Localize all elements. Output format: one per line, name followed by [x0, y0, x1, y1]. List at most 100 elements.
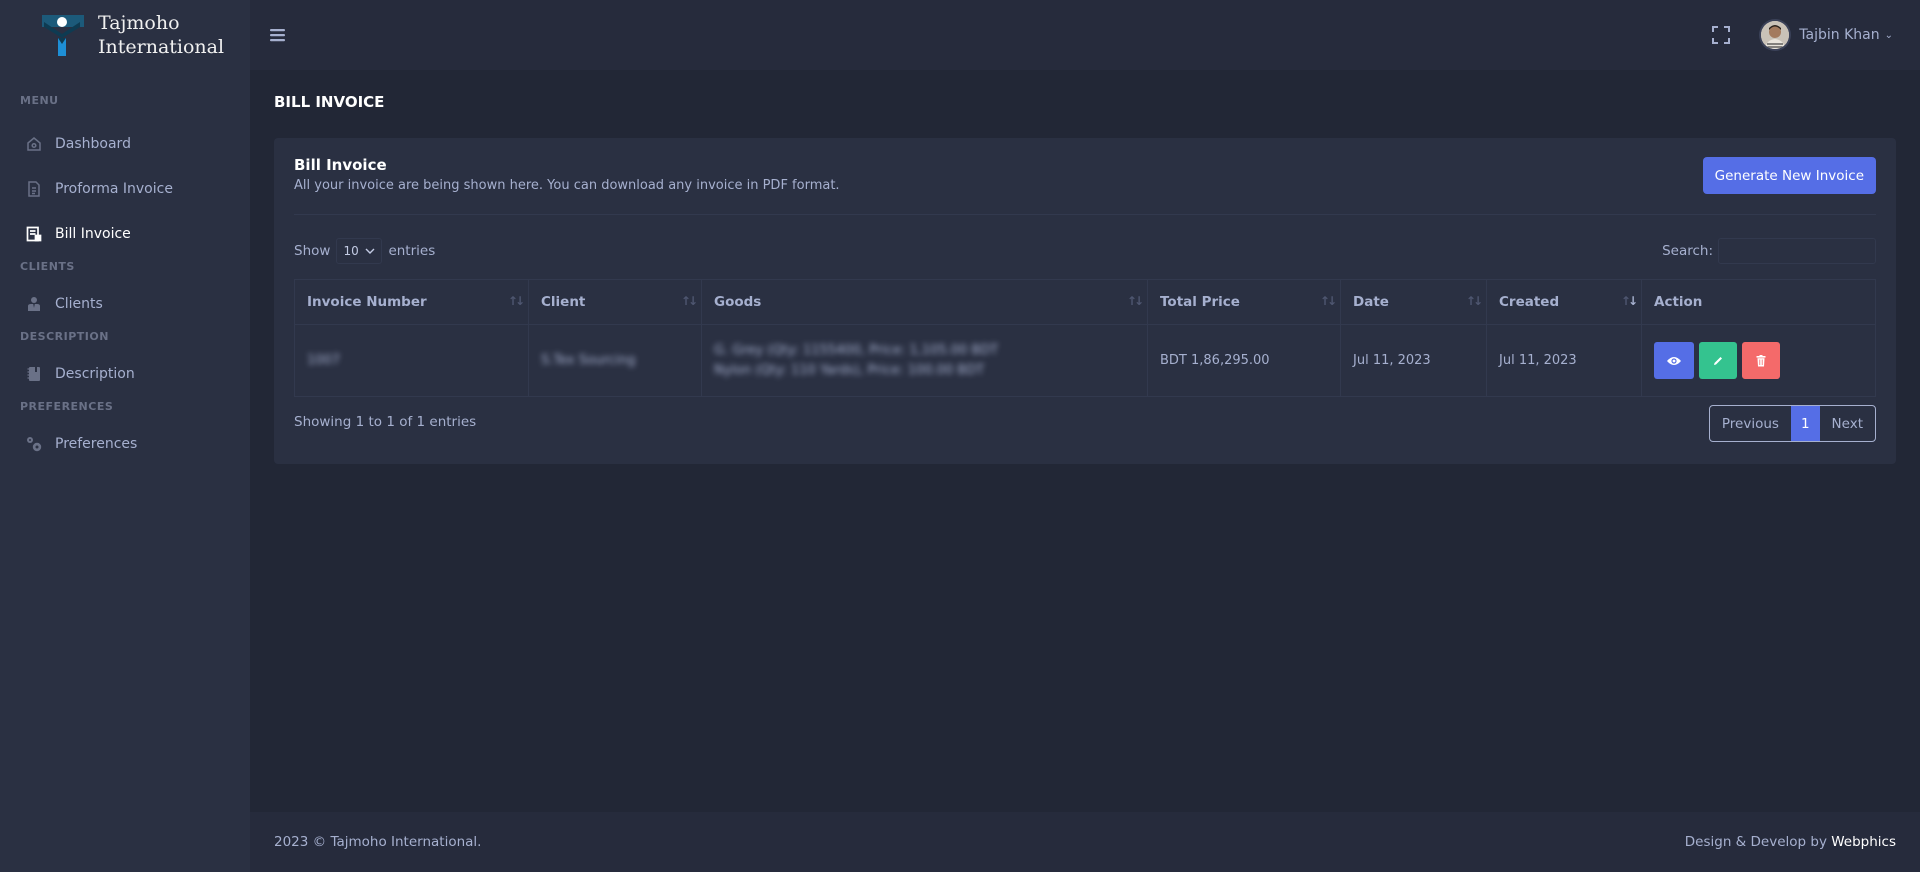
cell-date: Jul 11, 2023	[1340, 324, 1487, 397]
search-label: Search:	[1662, 243, 1713, 259]
column-header-invoice-number[interactable]: Invoice Number ↑↓	[294, 279, 529, 325]
column-header-date[interactable]: Date ↑↓	[1340, 279, 1487, 325]
pagination-previous[interactable]: Previous	[1710, 406, 1791, 441]
home-icon	[25, 135, 43, 153]
brand-logo-link[interactable]: Tajmoho International	[0, 0, 250, 70]
credit-brand-link[interactable]: Webphics	[1831, 834, 1896, 850]
preferences-section-title: Preferences	[20, 400, 114, 413]
brand-logo-icon	[42, 15, 84, 56]
pagination: Previous 1 Next	[1708, 405, 1876, 442]
sidebar-item-description[interactable]: Description	[0, 351, 250, 396]
footer-credit: Design & Develop by Webphics	[1685, 834, 1896, 850]
file-icon	[25, 180, 43, 198]
user-name: Tajbin Khan	[1799, 27, 1880, 43]
sort-icon[interactable]: ↑↓	[1466, 294, 1483, 308]
delete-invoice-button[interactable]	[1742, 342, 1780, 379]
page-size-control: Show 10 entries	[294, 238, 435, 264]
card-title: Bill Invoice	[294, 156, 387, 174]
cell-action	[1641, 324, 1876, 397]
column-label: Date	[1353, 294, 1389, 310]
sidebar-item-label: Preferences	[55, 435, 138, 452]
sidebar-item-label: Description	[55, 365, 135, 382]
divider	[294, 214, 1876, 215]
view-invoice-button[interactable]	[1654, 342, 1694, 379]
brand-name-line2: International	[98, 36, 225, 58]
receipt-icon	[25, 225, 43, 243]
pagination-page-1[interactable]: 1	[1790, 406, 1820, 441]
trash-icon	[1756, 354, 1766, 366]
user-tie-icon	[25, 295, 43, 313]
topbar: Tajbin Khan ⌄	[250, 0, 1920, 70]
entries-label: entries	[388, 243, 436, 259]
page-size-value: 10	[343, 244, 359, 258]
menu-section-title: Menu	[20, 94, 59, 107]
table-header-row: Invoice Number ↑↓ Client ↑↓ Goods ↑↓ Total …	[294, 279, 1876, 325]
sidebar-item-clients[interactable]: Clients	[0, 281, 250, 326]
column-label: Goods	[714, 294, 762, 310]
user-menu[interactable]: Tajbin Khan ⌄	[1759, 19, 1893, 51]
notebook-icon	[25, 365, 43, 383]
card-subtitle: All your invoice are being shown here. Y…	[294, 178, 840, 193]
column-header-created[interactable]: Created ↑↓	[1486, 279, 1642, 325]
chevron-down-icon	[365, 248, 375, 254]
sort-icon[interactable]: ↑↓	[1320, 294, 1337, 308]
generate-new-invoice-button[interactable]: Generate New Invoice	[1702, 157, 1876, 194]
table-info: Showing 1 to 1 of 1 entries	[294, 414, 477, 430]
edit-invoice-button[interactable]	[1699, 342, 1737, 379]
search-control: Search:	[1662, 238, 1876, 264]
cell-created: Jul 11, 2023	[1486, 324, 1642, 397]
pagination-next[interactable]: Next	[1820, 406, 1875, 441]
sidebar-item-preferences[interactable]: Preferences	[0, 421, 250, 466]
sort-icon[interactable]: ↑↓	[1127, 294, 1144, 308]
column-label: Total Price	[1160, 294, 1240, 310]
show-label: Show	[294, 243, 331, 259]
chevron-down-icon: ⌄	[1884, 29, 1893, 41]
column-label: Created	[1499, 294, 1560, 310]
column-header-total-price[interactable]: Total Price ↑↓	[1147, 279, 1341, 325]
column-header-client[interactable]: Client ↑↓	[528, 279, 702, 325]
menu-toggle-button[interactable]	[268, 25, 288, 45]
footer: 2023 © Tajmoho International. Design & D…	[250, 812, 1920, 872]
hamburger-icon	[270, 29, 285, 42]
gears-icon	[25, 435, 43, 453]
goods-line: Nylon (Qty: 110 Yards), Price: 100.00 BD…	[714, 362, 985, 378]
sidebar: Tajmoho International Menu Dashboard Pro…	[0, 0, 250, 872]
sort-icon[interactable]: ↑↓	[681, 294, 698, 308]
cell-invoice-number: 1007	[294, 324, 529, 397]
cell-goods: G. Grey (Qty: 1155400, Price: 1,105.00 B…	[701, 324, 1148, 397]
goods-line: G. Grey (Qty: 1155400, Price: 1,105.00 B…	[714, 342, 999, 358]
column-label: Client	[541, 294, 586, 310]
client-name: S.Tex Sourcing	[541, 353, 636, 368]
sidebar-item-dashboard[interactable]: Dashboard	[0, 121, 250, 166]
clients-section-title: Clients	[20, 260, 75, 273]
sidebar-item-label: Proforma Invoice	[55, 180, 173, 197]
fullscreen-icon[interactable]	[1709, 23, 1733, 47]
footer-copyright: 2023 © Tajmoho International.	[274, 834, 482, 850]
page-title: BILL INVOICE	[274, 93, 385, 111]
sidebar-item-proforma-invoice[interactable]: Proforma Invoice	[0, 166, 250, 211]
sidebar-item-bill-invoice[interactable]: Bill Invoice	[0, 211, 250, 256]
description-section-title: Description	[20, 330, 109, 343]
invoice-table: Invoice Number ↑↓ Client ↑↓ Goods ↑↓ Total …	[294, 279, 1876, 397]
credit-prefix: Design & Develop by	[1684, 834, 1827, 850]
brand-name-line1: Tajmoho	[98, 12, 180, 34]
page-size-select[interactable]: 10	[336, 238, 383, 264]
sidebar-item-label: Bill Invoice	[55, 225, 131, 242]
eye-icon	[1667, 356, 1681, 365]
table-row: 1007 S.Tex Sourcing G. Grey (Qty: 115540…	[294, 324, 1876, 397]
column-label: Action	[1654, 294, 1703, 310]
sort-icon[interactable]: ↑↓	[508, 294, 525, 308]
cell-total-price: BDT 1,86,295.00	[1147, 324, 1341, 397]
sort-icon[interactable]: ↑↓	[1621, 294, 1638, 308]
column-header-action: Action	[1641, 279, 1876, 325]
avatar	[1759, 19, 1792, 51]
column-header-goods[interactable]: Goods ↑↓	[701, 279, 1148, 325]
sidebar-item-label: Dashboard	[55, 135, 131, 152]
column-label: Invoice Number	[307, 294, 427, 310]
invoice-card: Bill Invoice All your invoice are being …	[274, 138, 1896, 464]
sidebar-item-label: Clients	[55, 295, 103, 312]
invoice-number: 1007	[307, 353, 341, 368]
search-input[interactable]	[1718, 238, 1876, 264]
pencil-icon	[1714, 356, 1722, 365]
cell-client: S.Tex Sourcing	[528, 324, 702, 397]
